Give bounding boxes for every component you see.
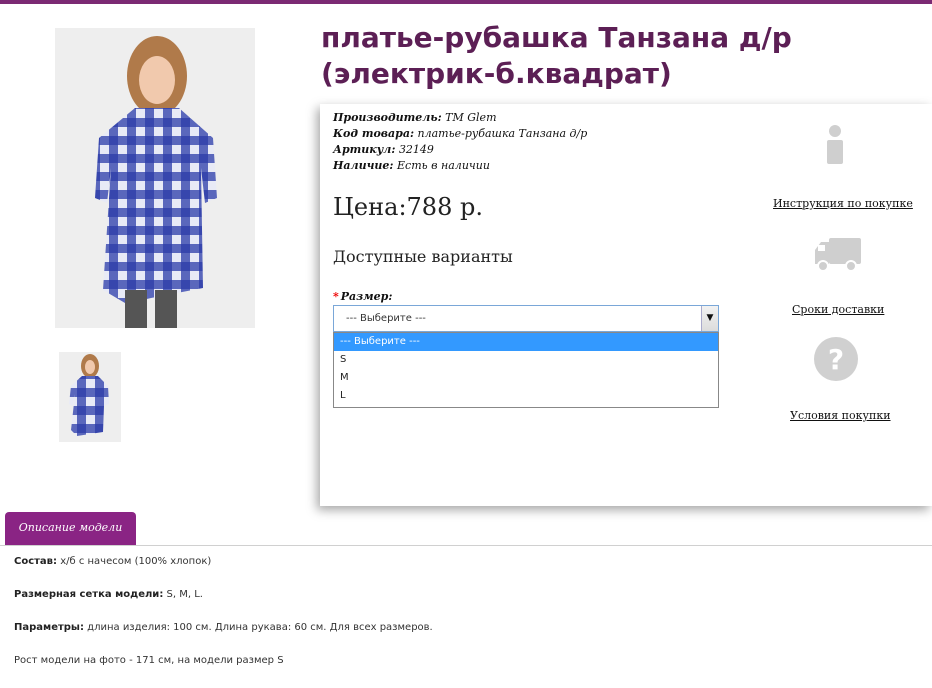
product-meta: Производитель: TM Glem Код товара: плать… (333, 110, 587, 174)
size-select[interactable]: --- Выберите --- ▼ (333, 305, 719, 332)
model-line: Рост модели на фото - 171 см, на модели … (14, 655, 284, 666)
availability-row: Наличие: Есть в наличии (333, 158, 587, 174)
composition-line: Состав: х/б с начесом (100% хлопок) (14, 556, 914, 567)
product-price: Цена:788 р. (333, 193, 483, 221)
code-value: платье-рубашка Танзана д/р (417, 127, 588, 140)
delivery-link[interactable]: Сроки доставки (792, 303, 884, 316)
availability-key: Наличие: (333, 159, 394, 172)
manufacturer-row: Производитель: TM Glem (333, 110, 587, 126)
size-option[interactable]: S (334, 351, 718, 369)
manufacturer-key: Производитель: (333, 111, 442, 124)
size-grid-value: S, M, L. (163, 589, 203, 600)
code-row: Код товара: платье-рубашка Танзана д/р (333, 126, 587, 142)
size-grid-key: Размерная сетка модели: (14, 589, 164, 600)
article-value: 32149 (398, 143, 434, 156)
manufacturer-value: TM Glem (445, 111, 497, 124)
params-line: Параметры: длина изделия: 100 см. Длина … (14, 622, 914, 633)
params-key: Параметры: (14, 622, 84, 633)
size-label: * Размер: (333, 290, 392, 303)
tab-divider (0, 545, 932, 546)
code-key: Код товара: (333, 127, 415, 140)
composition-value: х/б с начесом (100% хлопок) (57, 556, 212, 567)
availability-value: Есть в наличии (397, 159, 490, 172)
top-accent-bar (0, 0, 932, 4)
composition-key: Состав: (14, 556, 58, 567)
instruction-link[interactable]: Инструкция по покупке (773, 197, 913, 210)
svg-text:?: ? (828, 343, 844, 376)
size-option[interactable]: M (334, 369, 718, 387)
product-main-image[interactable] (55, 28, 255, 328)
required-mark: * (333, 290, 339, 303)
info-icon (823, 124, 847, 170)
truck-icon (813, 236, 861, 278)
product-title: платье-рубашка Танзана д/р (электрик-б.к… (321, 21, 792, 90)
size-label-text: Размер: (340, 290, 393, 303)
question-icon: ? (813, 336, 859, 386)
conditions-link[interactable]: Условия покупки (790, 409, 891, 422)
dropdown-arrow-icon[interactable]: ▼ (701, 306, 718, 331)
variants-heading: Доступные варианты (333, 247, 513, 266)
size-option[interactable]: --- Выберите --- (334, 333, 718, 351)
product-thumbnail[interactable] (59, 352, 121, 442)
tab-description[interactable]: Описание модели (5, 512, 136, 546)
size-dropdown-list: --- Выберите --- S M L (333, 332, 719, 408)
size-option[interactable]: L (334, 387, 718, 405)
params-value: длина изделия: 100 см. Длина рукава: 60 … (83, 622, 433, 633)
size-select-value: --- Выберите --- (346, 313, 426, 324)
product-description: Состав: х/б с начесом (100% хлопок) Разм… (14, 556, 914, 688)
article-row: Артикул: 32149 (333, 142, 587, 158)
article-key: Артикул: (333, 143, 396, 156)
size-grid-line: Размерная сетка модели: S, M, L. (14, 589, 914, 600)
